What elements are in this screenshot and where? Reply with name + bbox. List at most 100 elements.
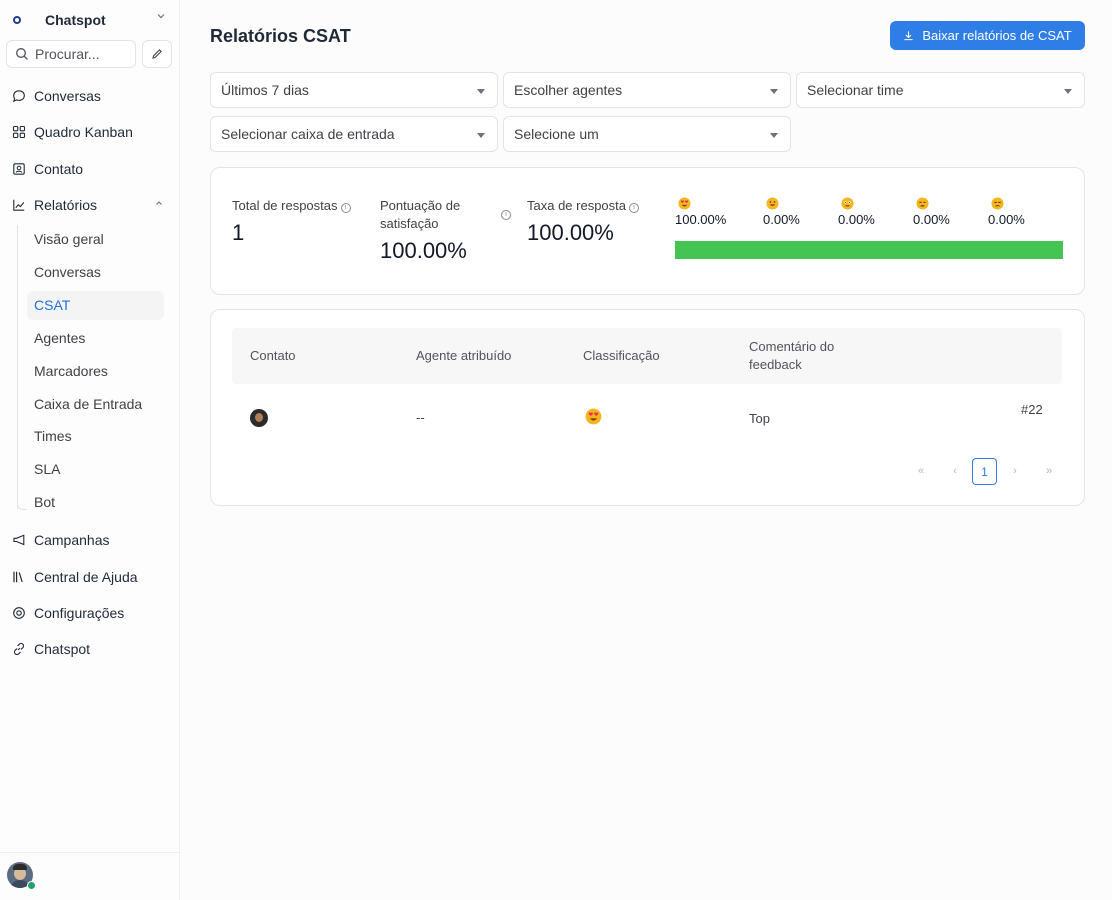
sidebar-divider — [0, 852, 180, 853]
team-filter-value: Selecionar time — [807, 82, 904, 98]
sidebar-subitem-caixa-de-entrada[interactable]: Caixa de Entrada — [34, 394, 142, 414]
sidebar-subitem-visao-geral[interactable]: Visão geral — [34, 229, 104, 249]
rating-distribution-bad: 0.00% — [913, 197, 950, 227]
contact-avatar[interactable] — [250, 409, 268, 427]
sidebar-item-label: Chatspot — [34, 641, 91, 657]
conversation-link[interactable]: #22 — [1021, 402, 1043, 417]
rating-distribution-fill — [675, 241, 1063, 259]
sidebar-item-label: Conversas — [34, 88, 101, 104]
settings-icon — [13, 607, 25, 619]
megaphone-icon — [13, 534, 25, 546]
smiling-emoji-icon — [766, 197, 779, 210]
sidebar-subitem-conversas[interactable]: Conversas — [34, 262, 101, 282]
period-filter[interactable]: Últimos 7 dias — [210, 72, 498, 108]
download-button-label: Baixar relatórios de CSAT — [922, 28, 1072, 43]
sidebar-item-chatspot[interactable]: Chatspot — [12, 639, 90, 659]
neutral-emoji-icon — [841, 197, 854, 210]
download-icon — [904, 31, 913, 41]
search-icon — [16, 48, 28, 60]
sidebar-item-central-de-ajuda[interactable]: Central de Ajuda — [12, 567, 138, 587]
rating-distribution-bar — [675, 241, 1063, 259]
csat-metrics-card — [210, 167, 1085, 295]
rating-percentage: 0.00% — [763, 212, 800, 227]
total-responses-value: 1 — [232, 220, 245, 245]
sidebar-subitem-bot[interactable]: Bot — [34, 492, 55, 512]
pencil-icon — [152, 49, 162, 59]
caret-down-icon — [770, 89, 778, 94]
contact-card-icon — [13, 163, 25, 175]
workspace-name: Chatspot — [45, 12, 106, 28]
sidebar-item-label: Relatórios — [34, 197, 98, 213]
rating-percentage: 100.00% — [675, 212, 727, 227]
total-responses-label-text: Total de respostas — [232, 198, 338, 213]
inbox-filter-value: Selecionar caixa de entrada — [221, 126, 395, 142]
caret-down-icon — [477, 133, 485, 138]
library-icon — [13, 571, 23, 583]
rating-filter[interactable]: Selecione um — [503, 116, 791, 152]
heart-eyes-emoji-icon — [678, 197, 691, 210]
rating-distribution-neutral: 0.00% — [838, 197, 875, 227]
sidebar-item-quadro-kanban[interactable]: Quadro Kanban — [12, 122, 133, 142]
rating-percentage: 0.00% — [913, 212, 950, 227]
sidebar-item-relatorios[interactable]: Relatórios — [12, 195, 97, 215]
pagination-page-1[interactable]: 1 — [972, 458, 997, 485]
download-csat-report-button[interactable]: Baixar relatórios de CSAT — [890, 21, 1085, 50]
sidebar-item-campanhas[interactable]: Campanhas — [12, 530, 110, 550]
rating-filter-value: Selecione um — [514, 126, 599, 142]
workspace-logo-icon — [13, 16, 21, 24]
submenu-guide-end — [17, 501, 27, 510]
rating-percentage: 0.00% — [988, 212, 1025, 227]
sidebar-item-contato[interactable]: Contato — [12, 159, 83, 179]
search-input[interactable]: Procurar... — [6, 40, 136, 68]
sidebar-subitem-agentes[interactable]: Agentes — [34, 328, 85, 348]
sidebar-subitem-csat[interactable]: CSAT — [34, 295, 70, 315]
sidebar-item-label: Contato — [34, 161, 84, 177]
page-title: Relatórios CSAT — [210, 26, 351, 46]
satisfaction-score-label: Pontuação de satisfação — [380, 198, 461, 231]
sidebar-subitem-times[interactable]: Times — [34, 426, 72, 446]
pagination-prev-button[interactable]: ‹ — [946, 460, 964, 482]
rating-distribution-good: 0.00% — [763, 197, 800, 227]
disappointed-emoji-icon — [991, 197, 1004, 210]
total-responses-label: Total de respostas i — [232, 197, 351, 215]
sidebar-subitem-marcadores[interactable]: Marcadores — [34, 361, 108, 381]
team-filter[interactable]: Selecionar time — [796, 72, 1085, 108]
sidebar-item-configuracoes[interactable]: Configurações — [12, 603, 124, 623]
link-icon — [13, 642, 25, 656]
column-header-contact: Contato — [250, 348, 296, 363]
response-rate-value: 100.00% — [527, 220, 614, 245]
inbox-filter[interactable]: Selecionar caixa de entrada — [210, 116, 498, 152]
sidebar-subitem-sla[interactable]: SLA — [34, 459, 60, 479]
agents-filter[interactable]: Escolher agentes — [503, 72, 791, 108]
column-header-feedback: Comentário do feedback — [749, 339, 835, 372]
sidebar: Chatspot Procurar... Conversas Quadro Ka… — [0, 0, 180, 900]
rating-percentage: 0.00% — [838, 212, 875, 227]
response-rate-label: Taxa de resposta i — [527, 197, 640, 215]
rating-distribution-excellent: 100.00% — [675, 197, 726, 227]
sidebar-item-label: Campanhas — [34, 532, 110, 548]
chevron-up-icon[interactable] — [154, 198, 164, 211]
column-header-agent: Agente atribuído — [416, 348, 512, 363]
submenu-guide-line — [17, 225, 18, 509]
online-status-icon — [27, 881, 36, 890]
row-feedback: Top — [749, 411, 770, 426]
period-filter-value: Últimos 7 dias — [221, 82, 309, 98]
agents-filter-value: Escolher agentes — [514, 82, 623, 98]
workspace-switcher[interactable]: Chatspot — [10, 10, 170, 30]
info-icon[interactable]: i — [340, 203, 351, 213]
sidebar-item-conversas[interactable]: Conversas — [12, 86, 101, 106]
search-placeholder: Procurar... — [35, 46, 100, 62]
chevron-down-icon — [156, 11, 166, 24]
sidebar-item-label: Central de Ajuda — [34, 569, 138, 585]
sidebar-item-label: Configurações — [34, 605, 125, 621]
sidebar-item-label: Quadro Kanban — [34, 124, 133, 140]
heart-eyes-emoji-icon — [585, 408, 602, 425]
compose-button[interactable] — [142, 40, 172, 68]
pagination-first-button[interactable]: « — [912, 460, 930, 482]
info-icon[interactable]: i — [501, 210, 511, 220]
expressionless-emoji-icon — [916, 197, 929, 210]
pagination-last-button[interactable]: » — [1040, 460, 1058, 482]
info-icon[interactable]: i — [629, 203, 640, 213]
response-rate-label-text: Taxa de resposta — [527, 198, 627, 213]
pagination-next-button[interactable]: › — [1006, 460, 1024, 482]
